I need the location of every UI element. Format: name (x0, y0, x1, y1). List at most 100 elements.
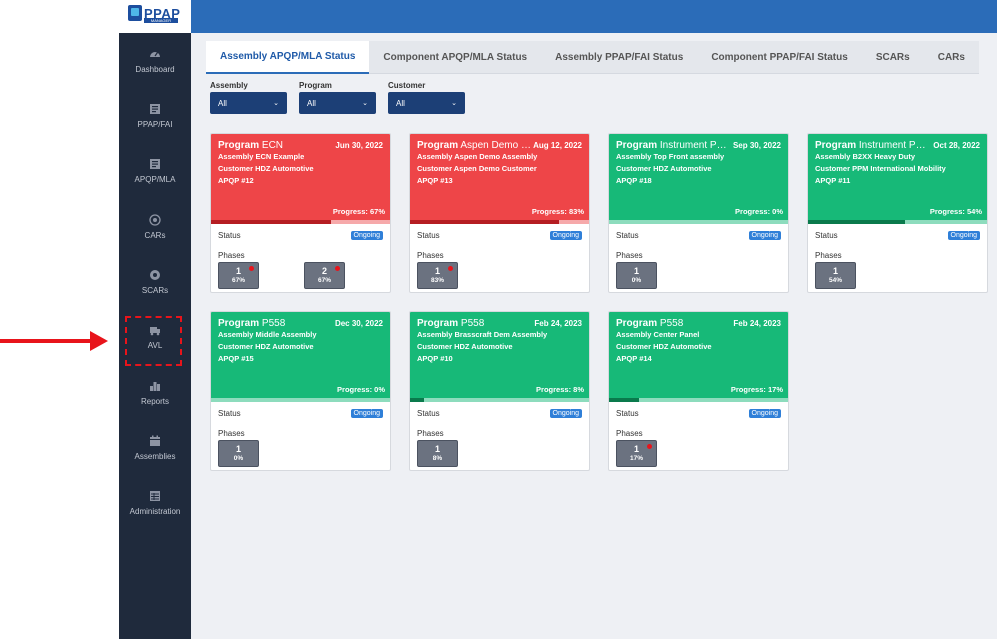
alert-dot-icon (647, 444, 652, 449)
phase-number: 1 (633, 266, 639, 276)
phase-tile[interactable]: 1 0% (218, 440, 259, 467)
program-name: Program P558 (616, 318, 683, 329)
status-label: Status (417, 231, 440, 240)
tab-component-apqp-mla-status[interactable]: Component APQP/MLA Status (369, 41, 542, 74)
program-value: P558 (659, 318, 684, 329)
assembly-line: Assembly Center Panel (616, 330, 700, 339)
sidebar-item-scars[interactable]: SCARs (119, 269, 191, 295)
tab-assembly-apqp-mla-status[interactable]: Assembly APQP/MLA Status (206, 41, 370, 74)
sidebar-item-label: Dashboard (135, 65, 175, 74)
progress-label: Progress: 83% (532, 207, 584, 216)
sidebar-item-reports[interactable]: Reports (119, 380, 191, 406)
customer-line: Customer HDZ Automotive (616, 164, 712, 173)
sidebar-item-dashboard[interactable]: Dashboard (119, 48, 191, 74)
table-icon (149, 490, 161, 502)
circle-icon (149, 269, 161, 281)
card-header: Program Instrument Pan... Oct 28, 2022 Ass… (808, 134, 987, 220)
phase-tile[interactable]: 1 67% (218, 262, 259, 289)
status-badge: Ongoing (350, 231, 383, 240)
sidebar-item-assemblies[interactable]: Assemblies (119, 435, 191, 461)
phase-tile[interactable]: 1 0% (616, 262, 657, 289)
due-date: Aug 12, 2022 (533, 141, 582, 150)
progress-prefix: Progress: (337, 385, 375, 394)
select-value: All (218, 98, 227, 108)
filter-bar: Assembly All ⌄ Program All ⌄ Customer Al… (210, 81, 477, 114)
progress-prefix: Progress: (536, 385, 574, 394)
phases-label: Phases (616, 251, 643, 260)
program-card[interactable]: Program Instrument Pan... Oct 28, 2022 Ass… (807, 133, 988, 293)
sidebar-item-label: SCARs (141, 286, 169, 295)
program-name: Program Instrument Pan... (815, 140, 930, 151)
phase-number: 1 (235, 444, 241, 454)
filter-label: Customer (388, 81, 426, 90)
status-badge: Ongoing (748, 409, 781, 418)
phase-percent: 0% (631, 277, 642, 284)
tab-cars[interactable]: CARs (923, 41, 979, 74)
phase-tile[interactable]: 1 83% (417, 262, 458, 289)
sidebar-item-cars[interactable]: CARs (119, 214, 191, 240)
program-select[interactable]: All ⌄ (299, 92, 376, 114)
apqp-number: APQP #12 (218, 176, 254, 185)
progress-fill (211, 220, 331, 224)
phase-percent: 83% (430, 277, 444, 284)
progress-value: 0% (772, 207, 783, 216)
phases-label: Phases (417, 429, 444, 438)
chevron-down-icon: ⌄ (451, 100, 457, 107)
phase-tile[interactable]: 1 8% (417, 440, 458, 467)
status-label: Status (218, 409, 241, 418)
program-value: Instrument Pan... (858, 140, 930, 151)
phase-tile[interactable]: 1 54% (815, 262, 856, 289)
program-name: Program P558 (417, 318, 484, 329)
status-label: Status (815, 231, 838, 240)
card-body: Status Ongoing Phases 1 0% (211, 402, 390, 470)
tab-scars[interactable]: SCARs (861, 41, 924, 74)
status-badge: Ongoing (549, 409, 582, 418)
apqp-number: APQP #11 (815, 176, 851, 185)
apqp-number: APQP #15 (218, 354, 254, 363)
status-label: Status (218, 231, 241, 240)
program-name: Program Instrument Pan... (616, 140, 731, 151)
program-prefix: Program (616, 140, 658, 151)
tab-component-ppap-fai-status[interactable]: Component PPAP/FAI Status (697, 41, 862, 74)
progress-bar (808, 220, 987, 224)
phase-tile[interactable]: 1 17% (616, 440, 657, 467)
program-card[interactable]: Program Aspen Demo Pr... Aug 12, 2022 Asse… (409, 133, 590, 293)
program-card[interactable]: Program P558 Feb 24, 2023 Assembly Center … (608, 311, 789, 471)
customer-line: Customer PPM International Mobility (815, 164, 946, 173)
program-card[interactable]: Program Instrument Pan... Sep 30, 2022 Ass… (608, 133, 789, 293)
progress-label: Progress: 67% (333, 207, 385, 216)
status-badge: Ongoing (549, 231, 582, 240)
filter-label: Assembly (210, 81, 248, 90)
phase-tile[interactable]: 2 67% (304, 262, 345, 289)
card-header: Program Aspen Demo Pr... Aug 12, 2022 Asse… (410, 134, 589, 220)
phase-number: 1 (434, 444, 440, 454)
sidebar-item-administration[interactable]: Administration (119, 490, 191, 516)
progress-label: Progress: 0% (337, 385, 385, 394)
card-body: Status Ongoing Phases 1 54% (808, 224, 987, 292)
program-card[interactable]: Program P558 Feb 24, 2023 Assembly Brasscr… (409, 311, 590, 471)
logo-area: PPAP MANAGER (119, 0, 191, 33)
circle-icon (149, 214, 161, 226)
select-value: All (307, 98, 316, 108)
phases-list: 1 17% (616, 440, 781, 467)
sidebar-item-ppap-fai[interactable]: PPAP/FAI (119, 103, 191, 129)
program-card[interactable]: Program ECN Jun 30, 2022 Assembly ECN Exam… (210, 133, 391, 293)
tab-assembly-ppap-fai-status[interactable]: Assembly PPAP/FAI Status (541, 41, 698, 74)
sidebar-item-label: Reports (140, 397, 169, 406)
status-label: Status (616, 231, 639, 240)
program-card[interactable]: Program P558 Dec 30, 2022 Assembly Middle … (210, 311, 391, 471)
customer-select[interactable]: All ⌄ (388, 92, 465, 114)
progress-label: Progress: 0% (735, 207, 783, 216)
highlight-box (125, 316, 182, 366)
progress-fill (410, 398, 425, 402)
document-icon (149, 103, 161, 115)
sidebar-item-apqp-mla[interactable]: APQP/MLA (119, 158, 191, 184)
progress-prefix: Progress: (531, 207, 569, 216)
progress-bar (609, 398, 788, 402)
assembly-select[interactable]: All ⌄ (210, 92, 287, 114)
card-body: Status Ongoing Phases 1 8% (410, 402, 589, 470)
progress-bar (211, 398, 390, 402)
phase-percent: 0% (233, 455, 244, 462)
sidebar-item-label: CARs (144, 231, 166, 240)
sidebar-item-label: Administration (129, 507, 181, 516)
